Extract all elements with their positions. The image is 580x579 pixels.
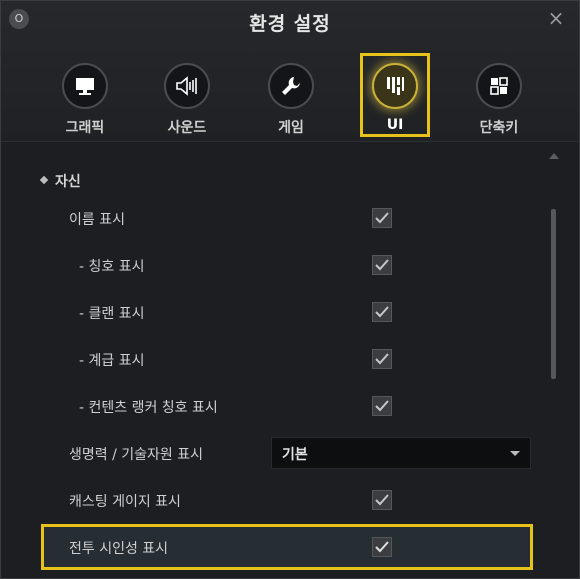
monitor-icon (62, 63, 108, 109)
speaker-icon (164, 63, 210, 109)
setting-row-hp-resource: 생명력 / 기술자원 표시 기본 (41, 433, 531, 473)
setting-checkbox[interactable] (372, 255, 392, 275)
scrollbar-thumb[interactable] (551, 209, 556, 379)
setting-row-rank: - 계급 표시 (41, 339, 531, 379)
setting-label: - 클랜 표시 (79, 306, 145, 322)
shortcut-icon (476, 63, 522, 109)
setting-row-clan: - 클랜 표시 (41, 292, 531, 332)
highlight-box (41, 524, 533, 570)
active-tab-highlight (360, 53, 430, 137)
setting-row-name: 이름 표시 (41, 198, 531, 238)
setting-label: - 컨텐츠 랭커 칭호 표시 (79, 400, 218, 416)
setting-row-casting-gauge: 캐스팅 게이지 표시 (41, 480, 531, 520)
checkmark-icon (375, 400, 389, 412)
chevron-down-icon (510, 451, 520, 456)
setting-checkbox[interactable] (372, 208, 392, 228)
tab-game[interactable]: 게임 (251, 63, 331, 139)
setting-checkbox[interactable] (372, 349, 392, 369)
checkmark-icon (375, 212, 389, 224)
tab-shortcuts[interactable]: 단축키 (459, 63, 539, 139)
settings-window: O 환경 설정 × 그래픽 사운드 게임 UI 단축키 자신 이름 표시 - 칭… (0, 0, 580, 579)
checkmark-icon (375, 494, 389, 506)
setting-row-title: - 칭호 표시 (41, 245, 531, 285)
setting-label: 이름 표시 (69, 212, 125, 228)
window-title: 환경 설정 (249, 13, 331, 35)
setting-checkbox[interactable] (372, 396, 392, 416)
setting-row-content-ranker: - 컨텐츠 랭커 칭호 표시 (41, 386, 531, 426)
close-icon[interactable]: × (545, 7, 567, 29)
setting-label: 캐스팅 게이지 표시 (69, 494, 181, 510)
checkmark-icon (375, 259, 389, 271)
setting-label: - 칭호 표시 (79, 259, 145, 275)
checkmark-icon (375, 353, 389, 365)
setting-label: 생명력 / 기술자원 표시 (69, 447, 203, 463)
wrench-icon (268, 63, 314, 109)
tab-shortcuts-label: 단축키 (479, 120, 519, 136)
setting-label: - 계급 표시 (79, 353, 145, 369)
section-self: 자신 (39, 171, 81, 191)
setting-checkbox[interactable] (372, 302, 392, 322)
diamond-icon (39, 175, 49, 185)
scroll-up-arrow[interactable] (549, 153, 559, 159)
settings-header: O 환경 설정 × 그래픽 사운드 게임 UI 단축키 (1, 1, 579, 142)
setting-checkbox[interactable] (372, 490, 392, 510)
section-self-label: 자신 (55, 174, 81, 190)
tab-sound-label: 사운드 (167, 120, 207, 136)
dropdown-value: 기본 (282, 447, 308, 463)
checkmark-icon (375, 306, 389, 318)
tab-graphics[interactable]: 그래픽 (45, 63, 125, 139)
settings-content: 자신 이름 표시 - 칭호 표시 - 클랜 표시 - 계급 표시 - 컨텐츠 랭… (1, 141, 579, 578)
hp-resource-dropdown[interactable]: 기본 (271, 437, 531, 469)
tab-sound[interactable]: 사운드 (147, 63, 227, 139)
tab-graphics-label: 그래픽 (65, 120, 105, 136)
tab-game-label: 게임 (278, 120, 304, 136)
